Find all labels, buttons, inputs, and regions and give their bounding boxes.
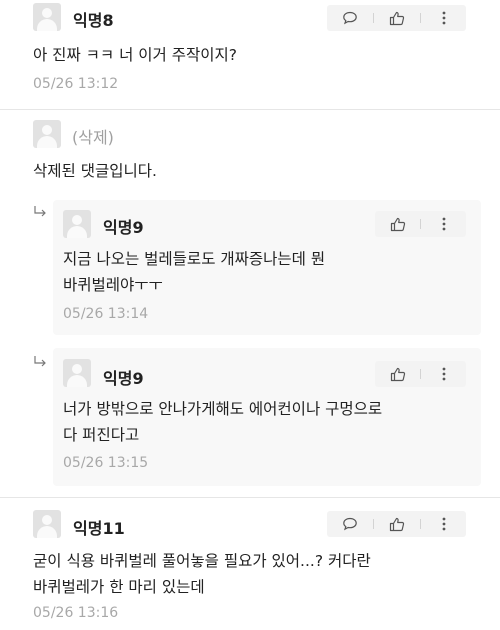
comment-text: 아 진짜 ㅋㅋ 너 이거 주작이지? <box>33 46 237 64</box>
thumbs-up-icon <box>390 217 405 231</box>
comment-text: 지금 나오는 벌레들로도 개짜증나는데 뭔 바퀴벌레야ㅜㅜ <box>63 250 326 294</box>
like-button[interactable] <box>375 361 420 387</box>
comment-text: 너가 방밖으로 안나가게해도 에어컨이나 구멍으로 다 퍼진다고 <box>63 400 383 444</box>
speech-bubble-icon <box>343 11 357 25</box>
comment-nickname: 익명11 <box>73 519 125 538</box>
comment-timestamp: 05/26 13:15 <box>63 455 149 471</box>
avatar <box>33 510 61 538</box>
comment-nickname: 익명8 <box>73 11 114 30</box>
comment-item: 익명11 굳이 식용 바퀴벌레 풀어놓을 필요가 있어...? 커다란 바퀴벌레… <box>0 498 500 630</box>
more-vertical-icon <box>442 367 445 381</box>
more-vertical-icon <box>442 217 445 231</box>
more-button[interactable] <box>421 211 466 237</box>
like-button[interactable] <box>375 211 420 237</box>
more-button[interactable] <box>421 361 466 387</box>
comment-actions <box>375 361 466 387</box>
comment-nickname: 익명9 <box>103 218 144 237</box>
comment-timestamp: 05/26 13:14 <box>63 306 149 322</box>
comment-actions <box>327 5 466 31</box>
avatar <box>63 210 91 238</box>
more-vertical-icon <box>442 11 445 25</box>
comment-item: 익명8 아 진짜 ㅋㅋ 너 이거 주작이지? 05/26 13:12 <box>0 0 500 110</box>
comment-timestamp: 05/26 13:16 <box>33 605 119 621</box>
avatar <box>63 359 91 387</box>
avatar <box>33 3 61 31</box>
reply-item: 익명9 지금 나오는 벌레들로도 개짜증나는데 뭔 바퀴벌레야ㅜㅜ 05/26 … <box>53 200 481 335</box>
reply-button[interactable] <box>327 511 373 537</box>
avatar <box>33 120 61 148</box>
thumbs-up-icon <box>389 11 405 25</box>
reply-arrow-icon <box>34 356 46 367</box>
comment-actions <box>375 211 466 237</box>
reply-button[interactable] <box>327 5 373 31</box>
thumbs-up-icon <box>390 367 405 381</box>
comment-nickname: (삭제) <box>72 128 114 147</box>
reply-arrow-icon <box>34 206 46 217</box>
comment-text: 삭제된 댓글입니다. <box>33 162 157 180</box>
more-vertical-icon <box>442 517 445 531</box>
comment-text: 굳이 식용 바퀴벌레 풀어놓을 필요가 있어...? 커다란 바퀴벌레가 한 마… <box>33 552 371 596</box>
like-button[interactable] <box>374 5 420 31</box>
reply-item: 익명9 너가 방밖으로 안나가게해도 에어컨이나 구멍으로 다 퍼진다고 05/… <box>53 348 481 486</box>
speech-bubble-icon <box>343 517 357 531</box>
comment-timestamp: 05/26 13:12 <box>33 76 119 92</box>
comment-actions <box>327 511 466 537</box>
comment-nickname: 익명9 <box>103 369 144 388</box>
thumbs-up-icon <box>389 517 405 531</box>
more-button[interactable] <box>421 511 466 537</box>
like-button[interactable] <box>374 511 420 537</box>
comment-item-deleted: (삭제) 삭제된 댓글입니다. <box>0 110 500 200</box>
more-button[interactable] <box>421 5 466 31</box>
